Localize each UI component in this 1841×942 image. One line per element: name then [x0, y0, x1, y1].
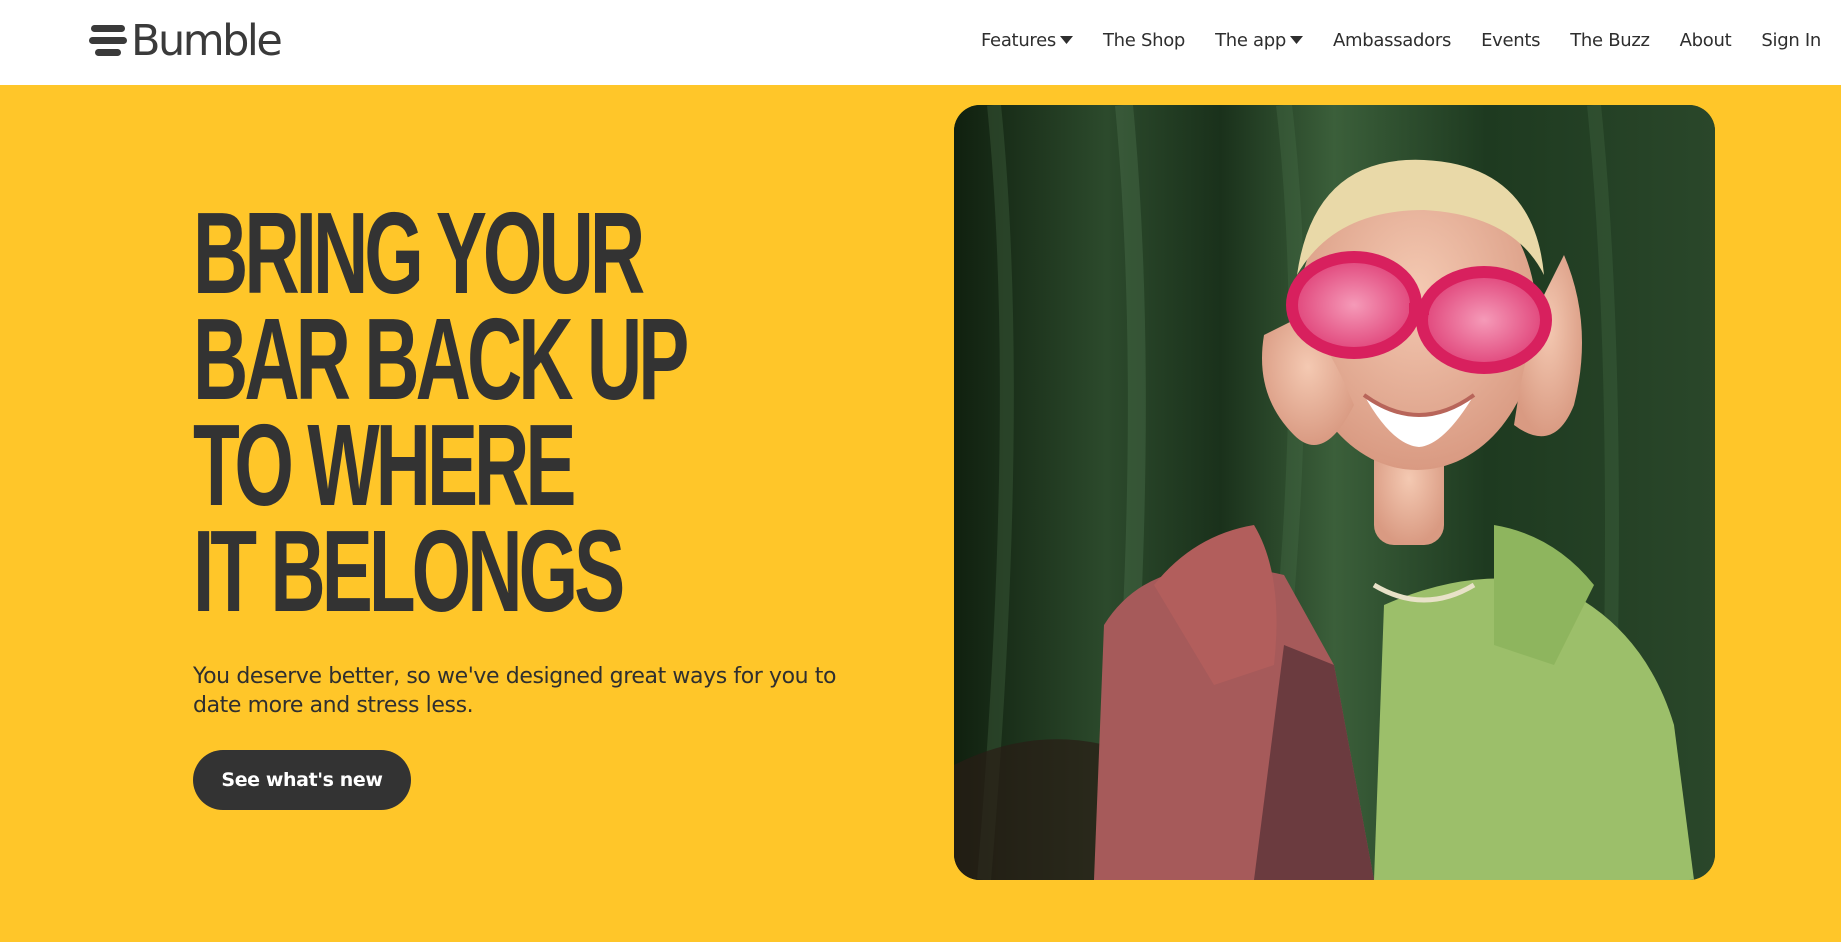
bumble-logo[interactable]: Bumble — [89, 15, 283, 66]
logo-wordmark: Bumble — [131, 15, 283, 66]
hero-photo — [954, 105, 1715, 880]
nav-item-features[interactable]: Features — [981, 30, 1073, 51]
hero-photo-illustration — [954, 105, 1715, 880]
hero-section: BRING YOUR BAR BACK UP TO WHERE IT BELON… — [0, 85, 1841, 942]
nav-item-events[interactable]: Events — [1481, 30, 1540, 51]
nav-item-label: Events — [1481, 29, 1541, 51]
headline-line: BRING YOUR — [193, 188, 645, 318]
nav-item-label: The app — [1215, 29, 1287, 51]
bumble-lines-icon — [89, 25, 127, 56]
caret-down-icon — [1290, 36, 1304, 44]
nav-item-label: The Shop — [1102, 29, 1186, 51]
headline-line: TO WHERE — [193, 400, 576, 530]
nav-item-about[interactable]: About — [1680, 30, 1732, 51]
headline-line: IT BELONGS — [193, 506, 625, 636]
nav-item-label: Ambassadors — [1333, 29, 1452, 51]
nav-item-the-app[interactable]: The app — [1215, 29, 1304, 51]
see-whats-new-button[interactable]: See what's new — [193, 750, 411, 810]
nav-item-label: The Buzz — [1570, 29, 1650, 51]
nav-item-label: Features — [980, 29, 1056, 51]
nav-item-label: About — [1679, 29, 1732, 51]
nav-item-ambassadors[interactable]: Ambassadors — [1333, 30, 1451, 51]
nav-item-label: Sign In — [1761, 29, 1821, 51]
nav-item-sign-in[interactable]: Sign In — [1761, 30, 1821, 51]
hero-subtitle: You deserve better, so we've designed gr… — [193, 664, 837, 718]
nav-item-the-buzz[interactable]: The Buzz — [1570, 29, 1650, 51]
caret-down-icon — [1059, 36, 1073, 44]
nav-item-the-shop[interactable]: The Shop — [1103, 30, 1185, 51]
main-nav: Features The Shop The app Ambassadors Ev… — [981, 26, 1821, 54]
headline-line: BAR BACK UP — [193, 294, 689, 424]
site-header: Bumble Features The Shop The app Ambassa… — [0, 0, 1841, 85]
hero-headline: BRING YOUR BAR BACK UP TO WHERE IT BELON… — [193, 188, 689, 636]
